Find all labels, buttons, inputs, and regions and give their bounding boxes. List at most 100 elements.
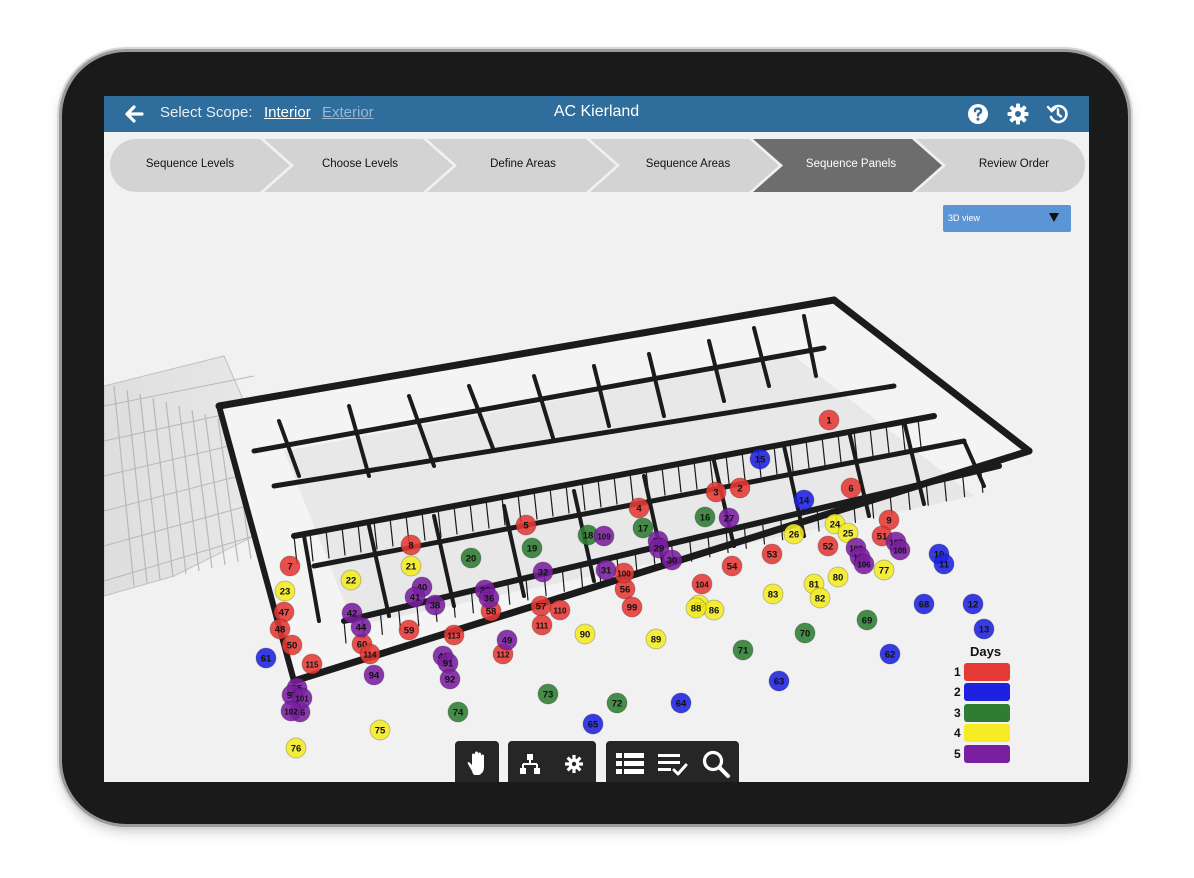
- panel-marker[interactable]: 115: [301, 653, 323, 675]
- legend-item-day-1: 1: [949, 663, 1019, 682]
- panel-marker[interactable]: 99: [621, 596, 643, 618]
- panel-marker-label: 89: [651, 635, 662, 646]
- panel-marker[interactable]: 22: [340, 569, 362, 591]
- panel-marker[interactable]: 15: [749, 448, 771, 470]
- panel-marker[interactable]: 4: [628, 497, 650, 519]
- panel-marker[interactable]: 113: [443, 624, 465, 646]
- panel-marker[interactable]: 82: [809, 587, 831, 609]
- history-icon[interactable]: [1046, 102, 1070, 126]
- building-3d-viewport[interactable]: 1234567895152535456575859609910010411011…: [104, 236, 1089, 776]
- panel-marker[interactable]: 38: [424, 594, 446, 616]
- panel-marker[interactable]: 70: [794, 622, 816, 644]
- panel-marker[interactable]: 68: [913, 593, 935, 615]
- panel-marker[interactable]: 53: [761, 543, 783, 565]
- panel-marker[interactable]: 14: [793, 489, 815, 511]
- step-define-areas[interactable]: Define Areas: [453, 158, 593, 170]
- panel-marker[interactable]: 50: [281, 634, 303, 656]
- panel-marker[interactable]: 36: [478, 587, 500, 609]
- panel-marker[interactable]: 76: [285, 737, 307, 759]
- panel-marker[interactable]: 8: [400, 534, 422, 556]
- step-sequence-levels[interactable]: Sequence Levels: [120, 158, 260, 170]
- panel-marker[interactable]: 62: [879, 643, 901, 665]
- panel-marker[interactable]: 114: [359, 643, 381, 665]
- panel-marker[interactable]: 12: [962, 593, 984, 615]
- panel-marker[interactable]: 11: [933, 553, 955, 575]
- hand-pan-icon[interactable]: [461, 749, 493, 779]
- panel-marker[interactable]: 41: [404, 586, 426, 608]
- panel-marker[interactable]: 71: [732, 639, 754, 661]
- panel-marker[interactable]: 106: [853, 553, 875, 575]
- panel-marker[interactable]: 111: [531, 614, 553, 636]
- scope-exterior-link[interactable]: Exterior: [322, 104, 374, 121]
- panel-marker[interactable]: 108: [889, 539, 911, 561]
- panel-marker[interactable]: 94: [363, 664, 385, 686]
- checklist-icon[interactable]: [656, 749, 688, 779]
- panel-marker[interactable]: 23: [274, 580, 296, 602]
- panel-marker[interactable]: 69: [856, 609, 878, 631]
- panel-marker[interactable]: 59: [398, 619, 420, 641]
- panel-marker[interactable]: 110: [549, 599, 571, 621]
- step-review-order[interactable]: Review Order: [944, 158, 1084, 170]
- panel-marker[interactable]: 89: [645, 628, 667, 650]
- panel-marker[interactable]: 104: [691, 573, 713, 595]
- panel-marker-label: 38: [430, 601, 441, 612]
- panel-marker[interactable]: 44: [350, 616, 372, 638]
- panel-marker[interactable]: 2: [729, 477, 751, 499]
- panel-marker[interactable]: 73: [537, 683, 559, 705]
- panel-marker[interactable]: 64: [670, 692, 692, 714]
- panel-marker[interactable]: 57: [530, 595, 552, 617]
- back-arrow-icon[interactable]: [122, 102, 146, 126]
- panel-marker[interactable]: 86: [703, 599, 725, 621]
- step-choose-levels[interactable]: Choose Levels: [290, 158, 430, 170]
- gear-icon[interactable]: [1006, 102, 1030, 126]
- panel-marker-label: 91: [443, 659, 454, 670]
- panel-marker[interactable]: 90: [574, 623, 596, 645]
- panel-marker[interactable]: 80: [827, 566, 849, 588]
- panel-marker[interactable]: 3: [705, 481, 727, 503]
- panel-marker[interactable]: 5: [515, 514, 537, 536]
- panel-marker[interactable]: 21: [400, 555, 422, 577]
- panel-marker[interactable]: 31: [595, 559, 617, 581]
- panel-marker[interactable]: 6: [840, 477, 862, 499]
- panel-marker[interactable]: 83: [762, 583, 784, 605]
- panel-marker[interactable]: 75: [369, 719, 391, 741]
- panel-marker[interactable]: 52: [817, 535, 839, 557]
- panel-marker[interactable]: 109: [593, 525, 615, 547]
- panel-marker[interactable]: 16: [694, 506, 716, 528]
- panel-marker[interactable]: 7: [279, 555, 301, 577]
- hierarchy-icon[interactable]: [514, 749, 546, 779]
- panel-marker[interactable]: 72: [606, 692, 628, 714]
- panel-marker-label: 62: [885, 650, 896, 661]
- search-icon[interactable]: [700, 749, 732, 779]
- panel-marker[interactable]: 19: [521, 537, 543, 559]
- panel-marker[interactable]: 92: [439, 668, 461, 690]
- list-icon[interactable]: [614, 749, 646, 779]
- panel-marker-label: 63: [774, 677, 785, 688]
- help-icon[interactable]: [966, 102, 990, 126]
- view-mode-select[interactable]: 3D view: [943, 205, 1071, 232]
- panel-marker[interactable]: 65: [582, 713, 604, 735]
- panel-marker[interactable]: 74: [447, 701, 469, 723]
- panel-marker[interactable]: 61: [255, 647, 277, 669]
- panel-marker[interactable]: 1: [818, 409, 840, 431]
- panel-marker-label: 18: [583, 531, 594, 542]
- panel-marker[interactable]: 54: [721, 555, 743, 577]
- panel-marker[interactable]: 27: [718, 507, 740, 529]
- settings-icon[interactable]: [558, 749, 590, 779]
- panel-marker[interactable]: 63: [768, 670, 790, 692]
- step-sequence-panels[interactable]: Sequence Panels: [781, 158, 921, 170]
- panel-marker[interactable]: 26: [783, 523, 805, 545]
- panel-marker[interactable]: 30: [661, 549, 683, 571]
- panel-marker-label: 29: [654, 544, 665, 555]
- step-sequence-areas[interactable]: Sequence Areas: [618, 158, 758, 170]
- panel-marker[interactable]: 77: [873, 559, 895, 581]
- panel-marker-label: 108: [893, 547, 907, 556]
- panel-marker[interactable]: 20: [460, 547, 482, 569]
- panel-marker[interactable]: 102: [280, 700, 302, 722]
- panel-marker[interactable]: 88: [685, 597, 707, 619]
- panel-marker[interactable]: 13: [973, 618, 995, 640]
- panel-marker[interactable]: 100: [613, 562, 635, 584]
- panel-marker[interactable]: 49: [496, 629, 518, 651]
- scope-interior-link[interactable]: Interior: [264, 104, 311, 121]
- panel-marker[interactable]: 32: [532, 561, 554, 583]
